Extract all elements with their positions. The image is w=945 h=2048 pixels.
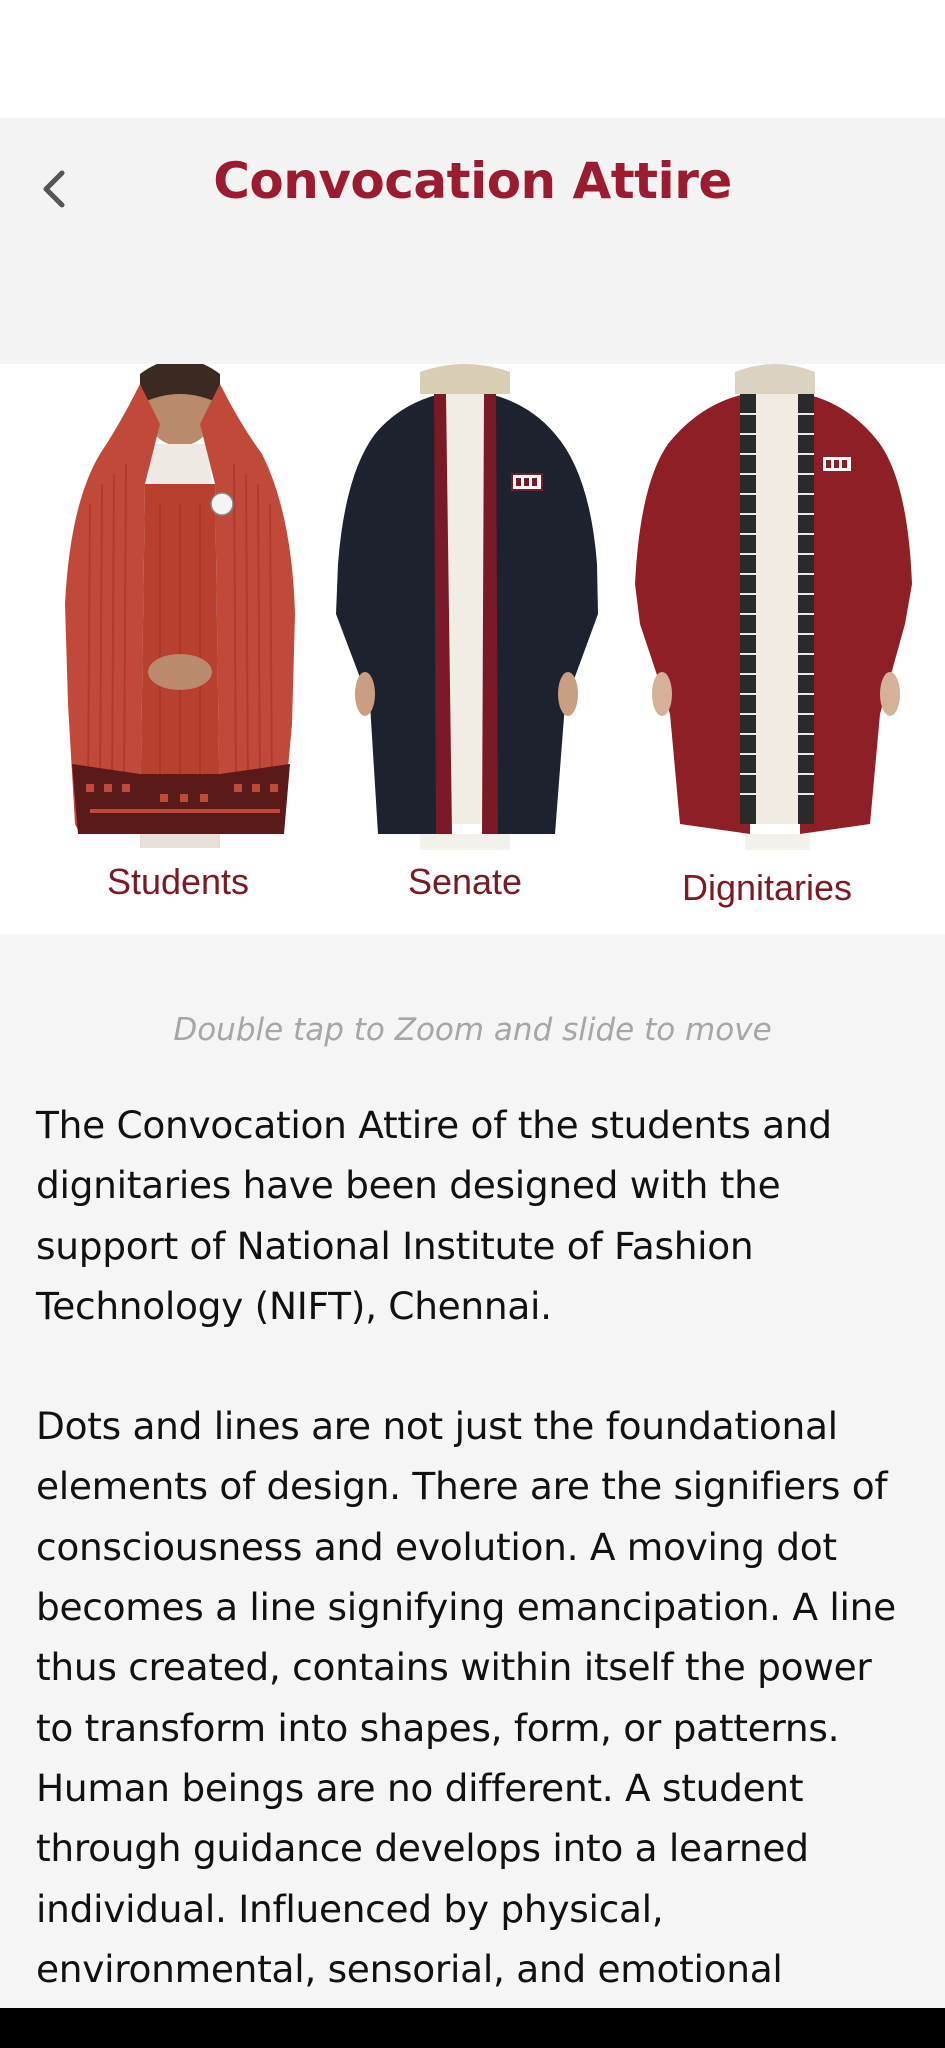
app-header: Convocation Attire [0, 118, 945, 364]
dignitaries-figure [635, 364, 912, 850]
status-bar [0, 0, 945, 118]
description: The Convocation Attire of the students a… [36, 1095, 916, 1999]
paragraph-2: Dots and lines are not just the foundati… [36, 1404, 896, 1991]
zoom-hint: Double tap to Zoom and slide to move [173, 1012, 772, 1048]
paragraph-1: The Convocation Attire of the students a… [36, 1103, 832, 1328]
page-title: Convocation Attire [213, 152, 732, 210]
attire-illustration: Students Senate Dignitaries [65, 364, 912, 908]
students-figure [65, 364, 295, 848]
caption-senate: Senate [408, 861, 522, 902]
senate-figure [336, 364, 598, 850]
system-nav-bar [0, 2008, 945, 2048]
caption-dignitaries: Dignitaries [682, 867, 852, 908]
caption-students: Students [107, 861, 249, 902]
attire-image[interactable]: Students Senate Dignitaries [0, 364, 945, 934]
